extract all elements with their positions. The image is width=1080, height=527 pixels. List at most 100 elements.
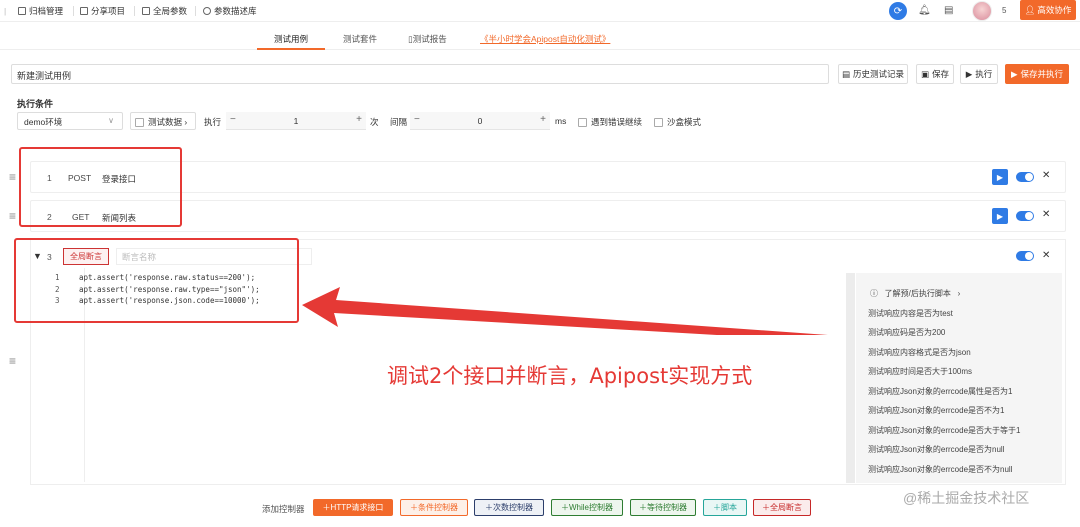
interval-label: 间隔 (390, 117, 408, 127)
save-label: 保存 (932, 69, 950, 79)
menu-item-global-params[interactable]: 全局参数 (142, 5, 187, 17)
history-button[interactable]: ▤ 历史测试记录 (838, 64, 908, 84)
menu-divider (195, 6, 196, 16)
option-label: 遇到错误继续 (591, 117, 643, 127)
add-condition-button[interactable]: ＋条件控制器 (400, 499, 468, 516)
menu-item-label: 分享项目 (91, 6, 126, 16)
step-toggle[interactable] (1016, 172, 1034, 182)
times-label: 次 (370, 117, 379, 127)
play-icon[interactable]: ▶ (992, 208, 1008, 224)
close-icon[interactable]: ✕ (1042, 209, 1050, 220)
interval-value: 0 (477, 116, 483, 126)
menu-item-archive[interactable]: | (4, 5, 6, 17)
continue-on-error-option[interactable]: 遇到错误继续 (578, 116, 642, 128)
cube-icon (203, 7, 211, 15)
snippet-item[interactable]: 测试响应Json对象的errcode是否大于等于1 (868, 425, 1020, 436)
menu-item-label: 全局参数 (153, 6, 188, 16)
add-loop-button[interactable]: ＋次数控制器 (474, 499, 544, 516)
top-menu-bar: | 归档管理 分享项目 全局参数 参数描述库 ⟳ 🔔︎ ▤ 5 👤︎ 高效协作 (0, 0, 1080, 22)
plus-icon[interactable]: + (356, 114, 362, 125)
tab-divider (0, 49, 1080, 50)
bell-icon[interactable]: 🔔︎ (918, 5, 931, 16)
tab-test-cases[interactable]: 测试用例 (274, 33, 308, 45)
test-data-toggle[interactable]: 测试数据 › (130, 112, 196, 130)
add-http-button[interactable]: ＋HTTP请求接口 (313, 499, 393, 516)
annotation-text: 调试2个接口并断言，Apipost实现方式 (387, 364, 753, 388)
menu-item-archive-manage[interactable]: 归档管理 (18, 5, 63, 17)
watermark: @稀土掘金技术社区 (903, 490, 1030, 506)
add-controller-label: 添加控制器 (262, 504, 305, 514)
save-icon: ▣ (920, 68, 929, 79)
snippet-item[interactable]: 测试响应码是否为200 (868, 327, 945, 338)
interval-stepper[interactable]: − 0 + (410, 112, 550, 130)
snippet-item[interactable]: 测试响应Json对象的errcode是否不为1 (868, 405, 1004, 416)
env-select[interactable]: demo环境 ∨ (17, 112, 123, 130)
drag-handle-icon[interactable]: ≡ (9, 170, 16, 184)
save-run-button[interactable]: ▶ 保存并执行 (1005, 64, 1069, 84)
snippet-header-label: 了解预/后执行脚本 (884, 289, 951, 298)
sandbox-option[interactable]: 沙盒模式 (654, 116, 701, 128)
add-wait-button[interactable]: ＋等待控制器 (630, 499, 696, 516)
snippet-item[interactable]: 测试响应内容是否为test (868, 308, 953, 319)
plus-icon[interactable]: + (540, 114, 546, 125)
exec-title: 执行条件 (17, 99, 54, 109)
share-icon (80, 7, 88, 15)
collab-button[interactable]: 👤︎ 高效协作 (1020, 0, 1076, 20)
tab-test-suites[interactable]: 测试套件 (343, 33, 377, 45)
tutorial-link[interactable]: 《半小时学会Apipost自动化测试》 (480, 33, 610, 45)
snippet-item[interactable]: 测试响应Json对象的errcode属性是否为1 (868, 386, 1012, 397)
run-label: 执行 (975, 69, 993, 79)
history-label: 历史测试记录 (853, 69, 905, 79)
user-icon: 👤︎ (1024, 4, 1036, 15)
close-icon[interactable]: ✕ (1042, 250, 1050, 261)
save-button[interactable]: ▣ 保存 (916, 64, 954, 84)
menu-item-share[interactable]: 分享项目 (80, 5, 125, 17)
drag-handle-icon[interactable]: ≡ (9, 354, 16, 368)
step-toggle[interactable] (1016, 211, 1034, 221)
highlight-box-steps (19, 147, 182, 227)
step-row[interactable] (30, 161, 1066, 193)
history-icon: ▤ (841, 68, 850, 79)
close-icon[interactable]: ✕ (1042, 170, 1050, 181)
checkbox[interactable] (654, 118, 663, 128)
play-icon: ▶ (1010, 68, 1018, 79)
ms-label: ms (555, 116, 567, 126)
add-while-button[interactable]: ＋While控制器 (551, 499, 623, 516)
collab-label: 高效协作 (1037, 5, 1072, 15)
menu-divider (134, 6, 135, 16)
snippet-item[interactable]: 测试响应Json对象的errcode是否为null (868, 444, 1004, 455)
play-icon[interactable]: ▶ (992, 169, 1008, 185)
drag-handle-icon[interactable]: ≡ (9, 209, 16, 223)
chevron-down-icon: ∨ (108, 116, 114, 125)
run-label: 执行 (204, 117, 222, 127)
avatar[interactable] (972, 1, 992, 21)
menu-divider (73, 6, 74, 16)
sync-icon[interactable]: ⟳ (889, 2, 907, 20)
help-icon: ⓘ (870, 289, 878, 298)
menu-item-label: 归档管理 (29, 6, 64, 16)
option-label: 沙盒模式 (667, 117, 702, 127)
run-count-stepper[interactable]: − 1 + (226, 112, 366, 130)
assert-toggle[interactable] (1016, 251, 1034, 261)
tab-test-reports[interactable]: ▯测试报告 (408, 33, 447, 45)
tab-label: 测试报告 (412, 34, 447, 44)
menu-item-param-library[interactable]: 参数描述库 (203, 5, 257, 17)
add-global-assert-button[interactable]: ＋全局断言 (753, 499, 811, 516)
env-value: demo环境 (24, 117, 63, 127)
add-script-button[interactable]: ＋脚本 (703, 499, 747, 516)
separator-icon: | (4, 6, 7, 16)
checkbox[interactable] (578, 118, 587, 128)
user-count: 5 (1002, 6, 1007, 15)
snippet-item[interactable]: 测试响应Json对象的errcode是否不为null (868, 464, 1012, 475)
step-row[interactable] (30, 200, 1066, 232)
snippet-item[interactable]: 测试响应内容格式是否为json (868, 347, 971, 358)
case-name-input[interactable]: 新建测试用例 (11, 64, 829, 84)
note-icon[interactable]: ▤ (944, 5, 953, 16)
snippet-item[interactable]: 测试响应时间是否大于100ms (868, 366, 972, 377)
tab-bar: 测试用例 测试套件 ▯测试报告 《半小时学会Apipost自动化测试》 (0, 29, 1080, 49)
run-button[interactable]: ▶ 执行 (960, 64, 998, 84)
checkbox[interactable] (135, 118, 144, 128)
arrow-icon (302, 287, 828, 335)
grid-icon (142, 7, 150, 15)
snippet-header[interactable]: ⓘ 了解预/后执行脚本 › (870, 288, 960, 299)
